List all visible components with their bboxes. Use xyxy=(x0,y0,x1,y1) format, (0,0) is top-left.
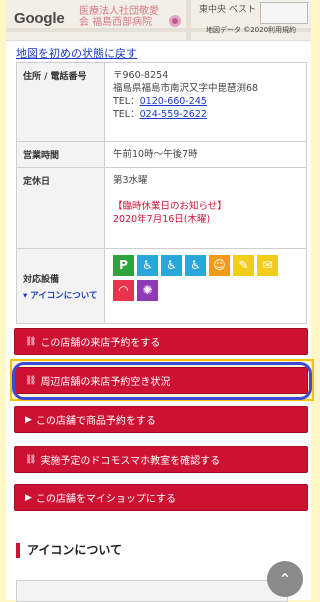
map-data-credit: 地図データ ©2020 xyxy=(206,26,269,34)
wheelchair-icon: ♿ xyxy=(137,255,158,276)
closed-value: 第3水曜 xyxy=(113,175,148,186)
link-icon: ⛓ xyxy=(25,336,37,347)
notice-date: 2020年7月16日(木曜) xyxy=(113,214,211,225)
map-strip[interactable]: Google 医療法人社団敬愛 会 福島西部病院 東中央 ベスト 地図データ ©… xyxy=(6,0,311,41)
scroll-to-top-button[interactable]: ⌃ xyxy=(267,561,303,597)
tel-prefix: TEL： xyxy=(113,109,140,120)
map-marker-icon[interactable] xyxy=(169,15,181,27)
facilities-header: 対応設備 xyxy=(23,274,60,285)
closed-header: 定休日 xyxy=(16,167,105,249)
chevron-up-icon: ⌃ xyxy=(278,569,292,589)
button-label: 実施予定のドコモスマホ教室を確認する xyxy=(40,456,221,467)
tel-line-1: TEL：0120-660-245 xyxy=(113,95,298,108)
address-text: 福島県福島市南沢又字中毘琶渕68 xyxy=(113,83,259,94)
smile-icon: ☺ xyxy=(209,255,230,276)
button-label: この店舗をマイショップにする xyxy=(35,494,177,505)
tel-link-1[interactable]: 0120-660-245 xyxy=(140,96,207,107)
accessible-entrance-icon: ♿ xyxy=(185,255,206,276)
table-row: 住所 / 電話番号 〒960-8254 福島県福島市南沢又字中毘琶渕68 TEL… xyxy=(16,62,307,142)
table-row: 対応設備 ▾ アイコンについて P ♿ ♿ ♿ ☺ ✎ ✉ ◠ ✺ xyxy=(16,248,307,324)
tel-prefix: TEL： xyxy=(113,96,140,107)
notice-title: 【臨時休業日のお知らせ】 xyxy=(113,201,227,212)
charging-icon: ✺ xyxy=(137,280,158,301)
product-reservation-button[interactable]: ▶ この店舗で商品予約をする xyxy=(14,406,308,433)
facility-icons: P ♿ ♿ ♿ ☺ ✎ ✉ ◠ ✺ xyxy=(113,255,288,305)
hours-header: 営業時間 xyxy=(16,141,105,168)
address-cell: 〒960-8254 福島県福島市南沢又字中毘琶渕68 TEL：0120-660-… xyxy=(104,62,307,142)
my-shop-button[interactable]: ▶ この店舗をマイショップにする xyxy=(14,484,308,511)
wifi-icon: ◠ xyxy=(113,280,134,301)
hospital-label-line1: 医療法人社団敬愛 xyxy=(79,6,159,17)
wheelchair-parking-icon: ♿ xyxy=(161,255,182,276)
parking-icon: P xyxy=(113,255,134,276)
google-logo: Google xyxy=(14,10,65,27)
map-terms-link[interactable]: 利用規約 xyxy=(268,25,296,35)
map-control[interactable] xyxy=(260,2,308,24)
pen-icon: ✎ xyxy=(233,255,254,276)
table-row: 営業時間 午前10時～午後7時 xyxy=(16,141,307,168)
section-title: アイコンについて xyxy=(16,543,122,558)
visit-reservation-button[interactable]: ⛓ この店舗の来店予約をする xyxy=(14,328,308,355)
arrow-right-icon: ▶ xyxy=(25,492,32,503)
reset-map-link[interactable]: 地図を初めの状態に戻す xyxy=(16,45,137,61)
table-row: 定休日 第3水曜 【臨時休業日のお知らせ】 2020年7月16日(木曜) xyxy=(16,167,307,249)
hospital-label-line2: 会 福島西部病院 xyxy=(79,17,153,28)
tel-link-2[interactable]: 024-559-2622 xyxy=(140,109,207,120)
envelope-icon: ✉ xyxy=(257,255,278,276)
selection-oval xyxy=(12,362,312,400)
button-label: この店舗で商品予約をする xyxy=(35,416,156,427)
postal-code: 〒960-8254 xyxy=(113,70,169,81)
link-icon: ⛓ xyxy=(25,454,37,465)
facilities-cell: P ♿ ♿ ♿ ☺ ✎ ✉ ◠ ✺ xyxy=(104,248,307,324)
hours-value: 午前10時～午後7時 xyxy=(104,141,307,168)
address-header: 住所 / 電話番号 xyxy=(16,62,105,142)
button-label: この店舗の来店予約をする xyxy=(40,338,161,349)
store-info-table: 住所 / 電話番号 〒960-8254 福島県福島市南沢又字中毘琶渕68 TEL… xyxy=(16,62,307,324)
smartphone-class-button[interactable]: ⛓ 実施予定のドコモスマホ教室を確認する xyxy=(14,446,308,473)
map-road xyxy=(186,0,191,40)
map-hospital-label: 医療法人社団敬愛 会 福島西部病院 xyxy=(79,6,159,28)
tel-line-2: TEL：024-559-2622 xyxy=(113,108,298,121)
icon-table-row xyxy=(16,580,288,602)
facilities-header-cell: 対応設備 ▾ アイコンについて xyxy=(16,248,105,324)
icon-about-toggle[interactable]: ▾ アイコンについて xyxy=(23,289,98,301)
arrow-right-icon: ▶ xyxy=(25,414,32,425)
page-frame: Google 医療法人社団敬愛 会 福島西部病院 東中央 ベスト 地図データ ©… xyxy=(6,0,314,602)
closed-cell: 第3水曜 【臨時休業日のお知らせ】 2020年7月16日(木曜) xyxy=(104,167,307,249)
map-east-label: 東中央 ベスト xyxy=(199,5,257,15)
